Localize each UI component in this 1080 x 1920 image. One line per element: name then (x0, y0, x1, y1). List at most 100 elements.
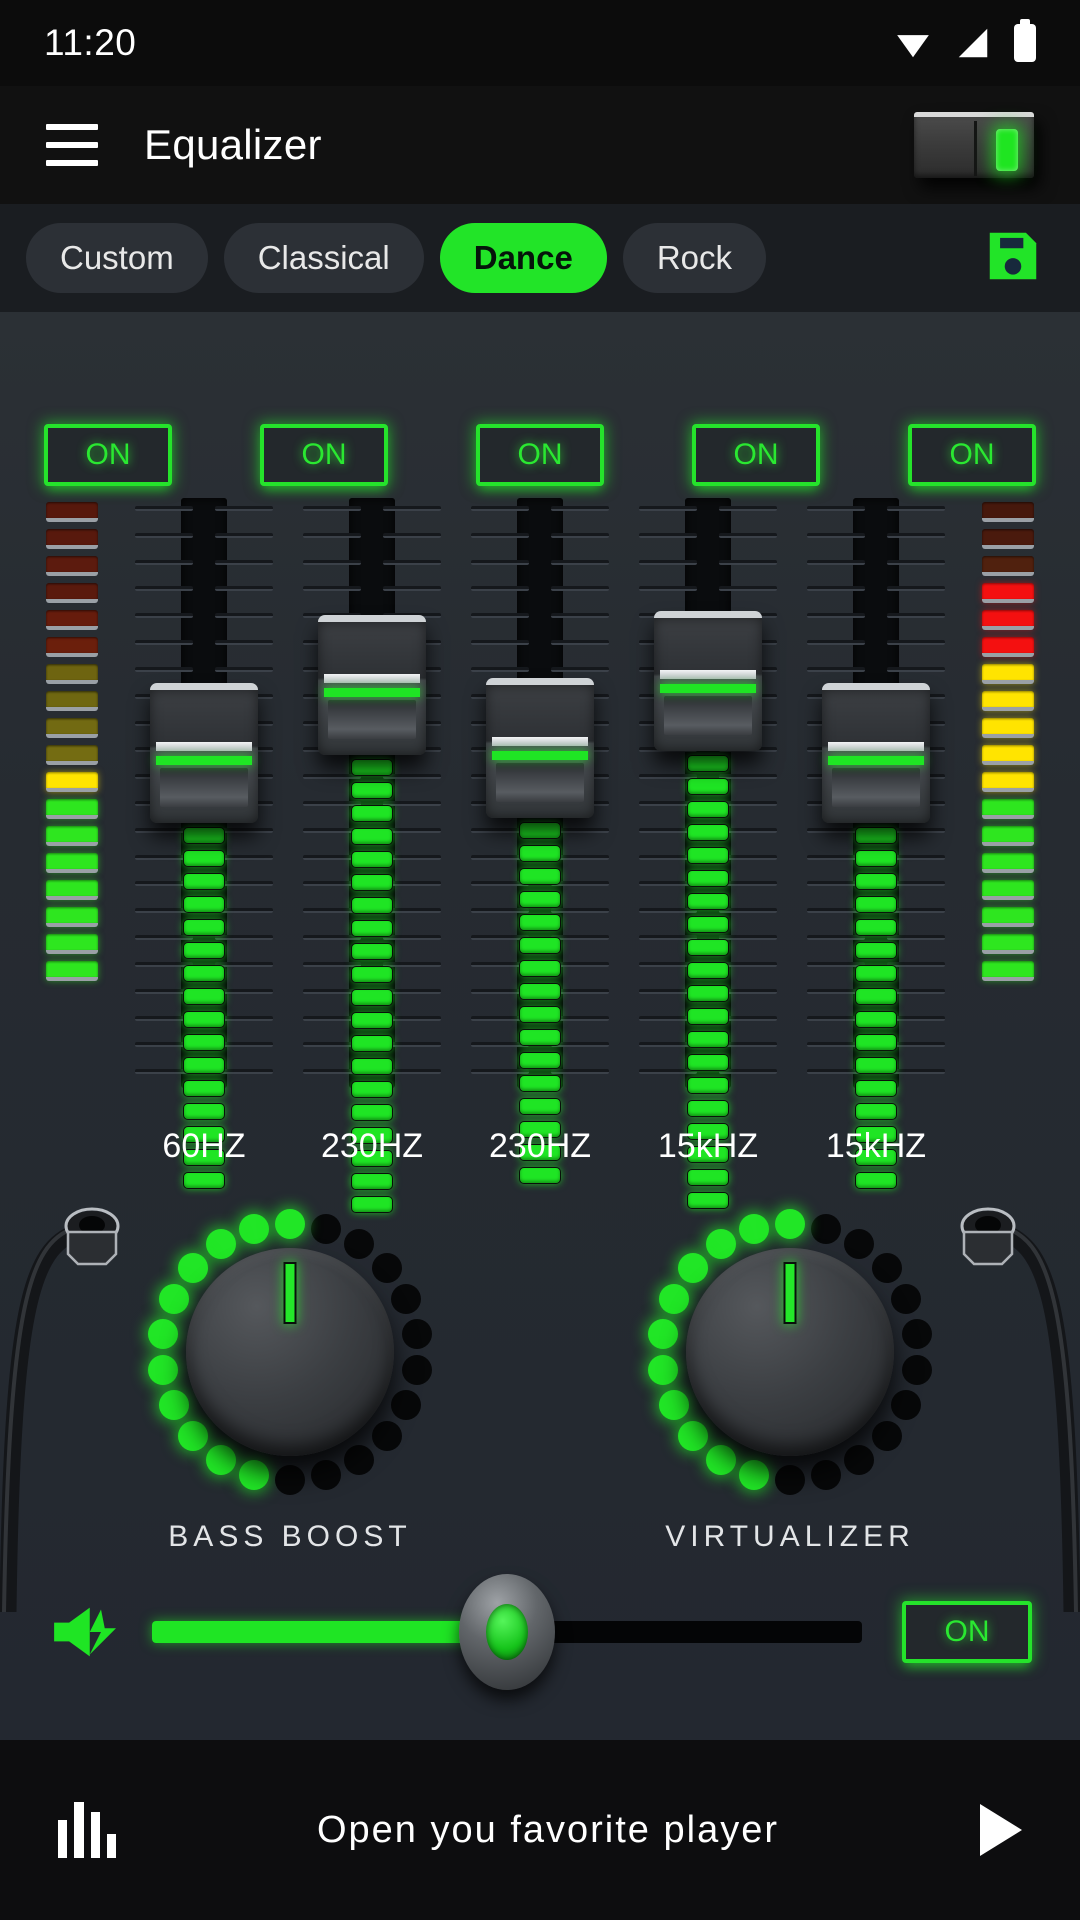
slider-led (351, 1173, 393, 1190)
knob-dot (391, 1390, 422, 1421)
vu-segment (982, 799, 1034, 819)
band-slider-4[interactable] (792, 498, 960, 1189)
slider-led (519, 983, 561, 1000)
virtualizer-knob-body[interactable] (686, 1248, 894, 1456)
slider-led (183, 849, 225, 867)
slider-led (351, 989, 393, 1006)
status-bar: 11:20 (0, 0, 1080, 86)
slider-led (855, 895, 897, 913)
preset-dance[interactable]: Dance (439, 223, 607, 293)
slider-led (183, 895, 225, 913)
slider-led (855, 849, 897, 867)
knob-dot (371, 1253, 402, 1284)
knob-dot (401, 1318, 432, 1349)
band-toggle-2[interactable]: ON (476, 424, 604, 486)
slider-led (855, 987, 897, 1005)
slider-led (687, 869, 729, 887)
slider-led (351, 943, 393, 960)
slider-led (519, 868, 561, 885)
band-toggle-0[interactable]: ON (44, 424, 172, 486)
knob-area: BASS BOOST VIRTUALIZER (0, 1192, 1080, 1572)
slider-led (351, 759, 393, 776)
slider-led (519, 1029, 561, 1046)
preset-rock[interactable]: Rock (622, 223, 766, 293)
volume-slider-track[interactable] (152, 1574, 862, 1690)
hamburger-menu-icon[interactable] (46, 124, 98, 166)
volume-slider-thumb[interactable] (459, 1574, 555, 1690)
app-bar: Equalizer (0, 86, 1080, 204)
slider-led (687, 1076, 729, 1094)
slider-led (687, 777, 729, 795)
slider-led (519, 1075, 561, 1092)
slider-thumb-lower (160, 767, 248, 807)
open-player-label[interactable]: Open you favorite player (116, 1809, 980, 1852)
volume-boost-icon[interactable] (48, 1602, 124, 1662)
band-slider-2[interactable] (456, 498, 624, 1184)
slider-led (855, 918, 897, 936)
slider-led (183, 941, 225, 959)
band-slider-1[interactable] (288, 498, 456, 1213)
bass-boost-knob-body[interactable] (186, 1248, 394, 1456)
vu-meter-left (46, 502, 98, 981)
play-icon[interactable] (980, 1804, 1022, 1856)
slider-led (855, 1056, 897, 1074)
preset-classical[interactable]: Classical (223, 223, 424, 293)
vu-segment (46, 718, 98, 738)
power-rocker-switch[interactable] (914, 112, 1034, 178)
slider-led (519, 1167, 561, 1184)
slider-thumb-1[interactable] (318, 615, 426, 755)
slider-led (519, 822, 561, 839)
knob-dot (844, 1444, 875, 1475)
slider-led (351, 828, 393, 845)
virtualizer-knob[interactable]: VIRTUALIZER (640, 1202, 940, 1553)
band-slider-3[interactable] (624, 498, 792, 1209)
knob-dot (238, 1214, 269, 1245)
knob-dot (158, 1283, 189, 1314)
vu-meter-right (982, 502, 1034, 981)
slider-thumb-4[interactable] (822, 682, 930, 823)
frequency-label-1: 230HZ (320, 1127, 424, 1165)
knob-dot (158, 1390, 189, 1421)
slider-thumb-lower (328, 700, 416, 739)
slider-led (351, 874, 393, 891)
band-toggle-1[interactable]: ON (260, 424, 388, 486)
bass-boost-knob[interactable]: BASS BOOST (140, 1202, 440, 1553)
slider-led (351, 966, 393, 983)
slider-led (687, 846, 729, 864)
slider-led (351, 782, 393, 799)
slider-thumb-2[interactable] (486, 678, 594, 818)
volume-on-button[interactable]: ON (902, 1601, 1032, 1663)
slider-thumb-0[interactable] (150, 682, 258, 823)
vu-segment (46, 772, 98, 792)
slider-led (351, 1058, 393, 1075)
band-toggle-slot: ON (432, 424, 648, 488)
slider-led (855, 941, 897, 959)
slider-led (855, 1102, 897, 1120)
band-toggle-3[interactable]: ON (692, 424, 820, 486)
slider-led (855, 1171, 897, 1189)
slider-led (519, 891, 561, 908)
vu-segment (46, 610, 98, 630)
save-floppy-icon[interactable] (982, 225, 1044, 292)
slider-thumb-3[interactable] (654, 610, 762, 751)
band-toggle-slot: ON (648, 424, 864, 488)
band-toggle-slot: ON (864, 424, 1080, 488)
band-toggle-slot: ON (0, 424, 216, 488)
vu-segment (46, 691, 98, 711)
knob-dot (901, 1355, 932, 1386)
preset-custom[interactable]: Custom (26, 223, 208, 293)
knob-dot (891, 1390, 922, 1421)
band-slider-0[interactable] (120, 498, 288, 1189)
slider-led (351, 851, 393, 868)
knob-dot (148, 1318, 179, 1349)
band-toggle-4[interactable]: ON (908, 424, 1036, 486)
knob-dot (205, 1444, 236, 1475)
slider-led (687, 1099, 729, 1117)
equalizer-bars-icon[interactable] (58, 1802, 116, 1858)
wifi-icon (897, 35, 929, 58)
knob-dot (275, 1209, 305, 1239)
slider-thumb-lower (664, 695, 752, 735)
frequency-label-row: 60HZ 230HZ 230HZ 15kHZ 15kHZ (120, 1127, 960, 1166)
slider-led (351, 1081, 393, 1098)
vu-segment (982, 556, 1034, 576)
